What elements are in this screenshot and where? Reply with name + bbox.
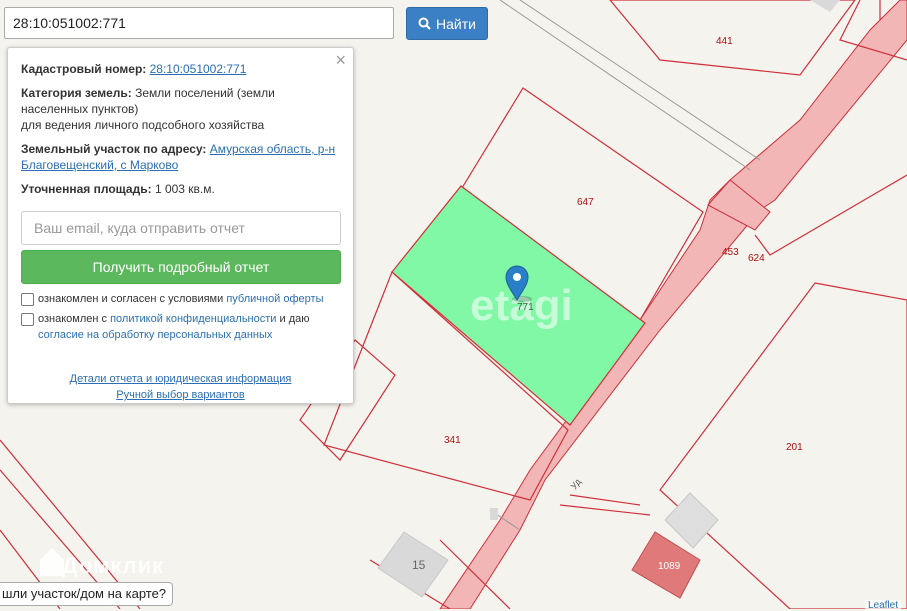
label-441: 441 — [716, 36, 733, 47]
map-hint-button[interactable]: шли участок/дом на карте? — [0, 582, 174, 606]
agree-offer-text: ознакомлен и согласен с условиями публич… — [38, 293, 324, 305]
search-icon — [418, 17, 431, 30]
agree-privacy-row: ознакомлен с политикой конфиденциальност… — [21, 311, 340, 343]
address-label: Земельный участок по адресу: — [21, 142, 207, 156]
label-201: 201 — [786, 442, 803, 453]
category-use: для ведения личного подсобного хозяйства — [21, 118, 265, 132]
email-field[interactable] — [21, 211, 341, 245]
search-input[interactable] — [4, 7, 394, 39]
cadastral-link[interactable]: 28:10:051002:771 — [150, 62, 247, 76]
area-row: Уточненная площадь: 1 003 кв.м. — [21, 181, 340, 197]
close-icon[interactable]: × — [335, 51, 346, 69]
cadastral-label: Кадастровый номер: — [21, 62, 147, 76]
address-row: Земельный участок по адресу: Амурская об… — [21, 141, 340, 173]
consent-link[interactable]: согласие на обработку персональных данны… — [38, 329, 272, 341]
leaflet-attribution[interactable]: Leaflet — [864, 600, 901, 611]
cadastral-row: Кадастровый номер: 28:10:051002:771 — [21, 61, 340, 77]
agree-offer-checkbox[interactable] — [21, 293, 34, 306]
footer-links: Детали отчета и юридическая информация Р… — [21, 371, 340, 403]
agree-privacy-text: ознакомлен с политикой конфиденциальност… — [38, 313, 310, 341]
label-15: 15 — [412, 558, 426, 572]
label-771: 771 — [517, 302, 534, 313]
label-341: 341 — [444, 435, 461, 446]
get-report-button[interactable]: Получить подробный отчет — [21, 250, 341, 284]
label-647: 647 — [577, 197, 594, 208]
label-1089: 1089 — [658, 561, 681, 572]
watermark-domclick: Домклик — [62, 553, 165, 578]
label-624: 624 — [748, 253, 765, 264]
area-value: 1 003 кв.м. — [154, 182, 215, 196]
category-row: Категория земель: Земли поселений (земли… — [21, 85, 340, 133]
label-453: 453 — [722, 247, 739, 258]
category-label: Категория земель: — [21, 86, 132, 100]
offer-link[interactable]: публичной оферты — [226, 293, 323, 305]
privacy-link[interactable]: политикой конфиденциальности — [110, 313, 276, 325]
agree-privacy-checkbox[interactable] — [21, 313, 34, 326]
manual-select-link[interactable]: Ручной выбор вариантов — [116, 389, 244, 401]
search-button[interactable]: Найти — [406, 7, 488, 40]
agree-offer-row: ознакомлен и согласен с условиями публич… — [21, 291, 340, 307]
area-label: Уточненная площадь: — [21, 182, 152, 196]
search-button-label: Найти — [436, 15, 476, 32]
details-link[interactable]: Детали отчета и юридическая информация — [70, 373, 292, 385]
parcel-info-popup: × Кадастровый номер: 28:10:051002:771 Ка… — [7, 47, 354, 404]
